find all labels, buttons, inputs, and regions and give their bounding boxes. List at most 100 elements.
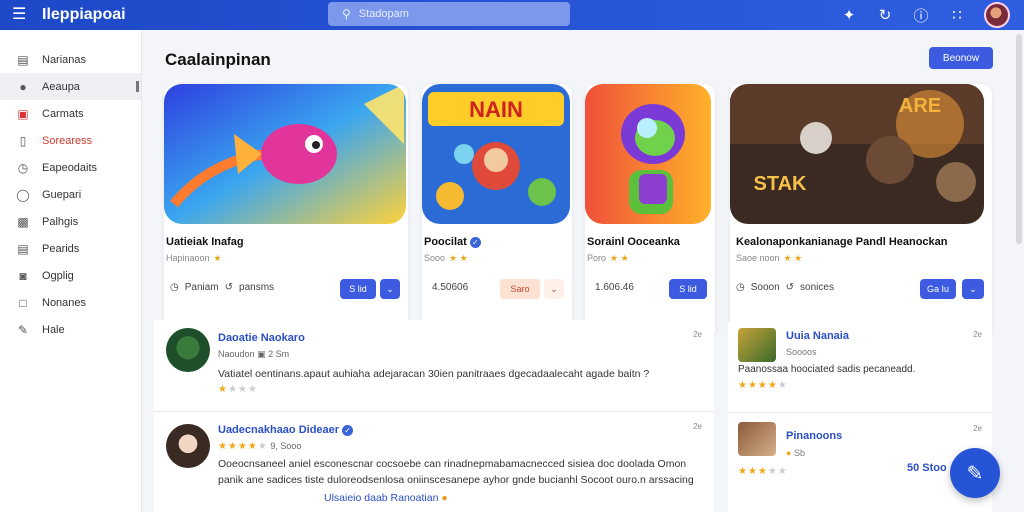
card-meta-left: 4.50606	[432, 282, 469, 293]
game-title-text: Poocilat	[424, 236, 467, 248]
sidebar-item-aeaupa[interactable]: ● Aeaupa	[0, 73, 141, 100]
card-footer: 4.50606	[432, 282, 468, 293]
app-name[interactable]: Uuia Nanaia	[786, 330, 849, 342]
reviewer-name[interactable]: Daoatie Naokaro	[218, 332, 305, 344]
scrollbar[interactable]	[1016, 34, 1022, 244]
main-content: Caalainpinan Beonow Uatieiak Inafag Hapi…	[142, 30, 1024, 512]
sidebar-item-label: Carmats	[42, 107, 84, 120]
review-time: 2ɐ	[693, 422, 702, 431]
list-item: Daoatie Naokaro Naoudon ▣ 2 Sm 2ɐ Vatiat…	[154, 320, 714, 410]
install-button[interactable]: S lid	[669, 279, 707, 299]
app-thumbnail[interactable]	[738, 328, 776, 362]
chevron-down-icon[interactable]: ⌄	[962, 279, 984, 299]
sidebar-item-palhgis[interactable]: ▩ Palhgis	[0, 208, 141, 235]
sidebar-item-ogplig[interactable]: ◙ Ogplig	[0, 262, 141, 289]
avatar[interactable]	[984, 2, 1010, 28]
list-item: Uadecnakhaao Dideaer ✓ ★★★★★ 9, Sooo 2ɐ O…	[154, 412, 714, 512]
bolt-icon[interactable]: ✦	[840, 6, 858, 24]
refresh-icon: ↺	[785, 282, 795, 293]
top-app-bar: ☰ Ileppiapoai ⚲ Stadopam ✦ ↻ ⓘ ∷	[0, 0, 1024, 30]
rating-stars: ★	[213, 253, 222, 263]
clock-icon: ◷	[170, 282, 179, 293]
sidebar-item-eapeodaits[interactable]: ◷ Eapeodaits	[0, 154, 141, 181]
sidebar-item-narianas[interactable]: ▤ Narianas	[0, 46, 141, 73]
refresh-icon[interactable]: ↻	[876, 6, 894, 24]
coin-icon: ●	[786, 448, 792, 458]
sidebar-item-guepari[interactable]: ◯ Guepari	[0, 181, 141, 208]
primary-button[interactable]: Beonow	[929, 47, 993, 69]
shield-icon: ◯	[16, 187, 30, 202]
chevron-down-icon[interactable]: ⌄	[380, 279, 400, 299]
reviews-list: Daoatie Naokaro Naoudon ▣ 2 Sm 2ɐ Vatiat…	[154, 320, 714, 512]
review-meta-text: Naoudon	[218, 349, 255, 359]
app-subtitle-text: Sb	[793, 448, 805, 458]
compose-fab-button[interactable]: ✎	[950, 448, 1000, 498]
sidebar-item-nonanes[interactable]: □ Nonanes	[0, 289, 141, 316]
sidebar-item-label: Eapeodaits	[42, 161, 98, 174]
review-link[interactable]: Ulsaieio daab Ranoatian ●	[324, 492, 448, 504]
search-icon: ⚲	[342, 7, 351, 21]
sidebar-item-hale[interactable]: ✎ Hale	[0, 316, 141, 343]
info-icon[interactable]: ⓘ	[912, 5, 930, 26]
card-footer: ◷ Paniam ↺ pansms	[170, 282, 274, 293]
square-icon: □	[19, 295, 27, 310]
grid-icon[interactable]: ∷	[948, 6, 966, 24]
list-item[interactable]: Uuia Nanaia Soooos 2ɐ Paanossaa hoociate…	[738, 328, 988, 408]
game-thumbnail[interactable]: ARE STAK	[730, 84, 984, 224]
install-button[interactable]: Ga Iu	[920, 279, 956, 299]
card-meta-left: 1.606.46	[595, 282, 634, 293]
game-thumbnail[interactable]: NAIN	[422, 84, 570, 224]
avatar[interactable]	[166, 424, 210, 468]
upload-icon: ◙	[19, 268, 27, 283]
logo-icon[interactable]: ☰	[12, 6, 30, 24]
app-thumbnail[interactable]	[738, 422, 776, 456]
sidebar-item-label: Guepari	[42, 188, 82, 201]
game-card[interactable]: Uatieiak Inafag Hapinaoon ★ ◷ Paniam ↺ pansm…	[164, 84, 408, 340]
game-developer: Hapinaoon	[166, 253, 210, 263]
game-thumbnail[interactable]	[585, 84, 711, 224]
rating-stars: ★ ★	[449, 253, 468, 263]
folder-icon: ▩	[17, 214, 29, 229]
price-button[interactable]: Saro	[500, 279, 540, 299]
install-button[interactable]: S lid	[340, 279, 376, 299]
heroes-artwork: NAIN	[422, 84, 570, 224]
avatar[interactable]	[166, 328, 210, 372]
creature-artwork	[585, 84, 711, 224]
reviewer-name[interactable]: Uadecnakhaao Dideaer ✓	[218, 424, 354, 436]
top-icon-group: ✦ ↻ ⓘ ∷	[840, 0, 1010, 30]
sidebar-item-carmats[interactable]: ▣ Carmats	[0, 100, 141, 127]
app-time: 2ɐ	[973, 424, 982, 433]
game-subtitle: Hapinaoon ★	[166, 253, 222, 264]
game-card[interactable]: NAIN Poocilat ✓ Sooo ★ ★ 4.50606 Saro ⌄	[422, 84, 572, 340]
search-input[interactable]: ⚲ Stadopam	[328, 2, 570, 26]
app-name[interactable]: Pinanoons	[786, 430, 842, 442]
sidebar-item-label: Sorearess	[42, 134, 93, 147]
battle-artwork: ARE STAK	[730, 84, 984, 224]
game-thumbnail[interactable]	[164, 84, 406, 224]
review-link-text: Ulsaieio daab Ranoatian	[324, 492, 439, 504]
review-text: Ooeocnsaneel aniel esconescnar cocsoebe …	[218, 458, 694, 486]
sidebar-item-pearids[interactable]: ▤ Pearids	[0, 235, 141, 262]
app-description: Paanossaa hoociated sadis pecaneadd.	[738, 364, 916, 375]
sidebar-item-sorearess[interactable]: ▯ Sorearess	[0, 127, 141, 154]
sidebar: ▤ Narianas ● Aeaupa ▣ Carmats ▯ Sorearess ◷ E…	[0, 30, 142, 512]
list-item[interactable]: Pinanoons ● Sb 2ɐ ★★★★★	[738, 422, 988, 502]
app-subtitle: Soooos	[786, 347, 817, 357]
clock-icon: ◷	[17, 160, 29, 175]
game-title: Poocilat ✓	[424, 236, 481, 248]
review-meta: Naoudon ▣ 2 Sm	[218, 349, 289, 360]
game-title: Sorainl Ooceanka	[587, 236, 680, 248]
game-card[interactable]: ARE STAK Kealonaponkanianage Pandl Heano…	[730, 84, 992, 340]
verified-icon: ✓	[469, 236, 481, 248]
game-subtitle: Sooo ★ ★	[424, 253, 468, 264]
game-card[interactable]: Sorainl Ooceanka Poro ★ ★ 1.606.46 S lid	[585, 84, 715, 340]
calendar-icon: ▣	[17, 106, 29, 121]
compose-icon: ✎	[966, 462, 984, 485]
reviewer-name-text: Uadecnakhaao Dideaer	[218, 424, 340, 436]
chevron-down-icon[interactable]: ⌄	[544, 279, 564, 299]
rating-stars: ★★★★★	[738, 466, 788, 477]
emoji-icon: ●	[441, 492, 448, 504]
card-footer: ◷ Sooon ↺ sonices	[736, 282, 834, 293]
game-developer: Poro	[587, 253, 607, 263]
game-title: Kealonaponkanianage Pandl Heanockan	[736, 236, 948, 248]
